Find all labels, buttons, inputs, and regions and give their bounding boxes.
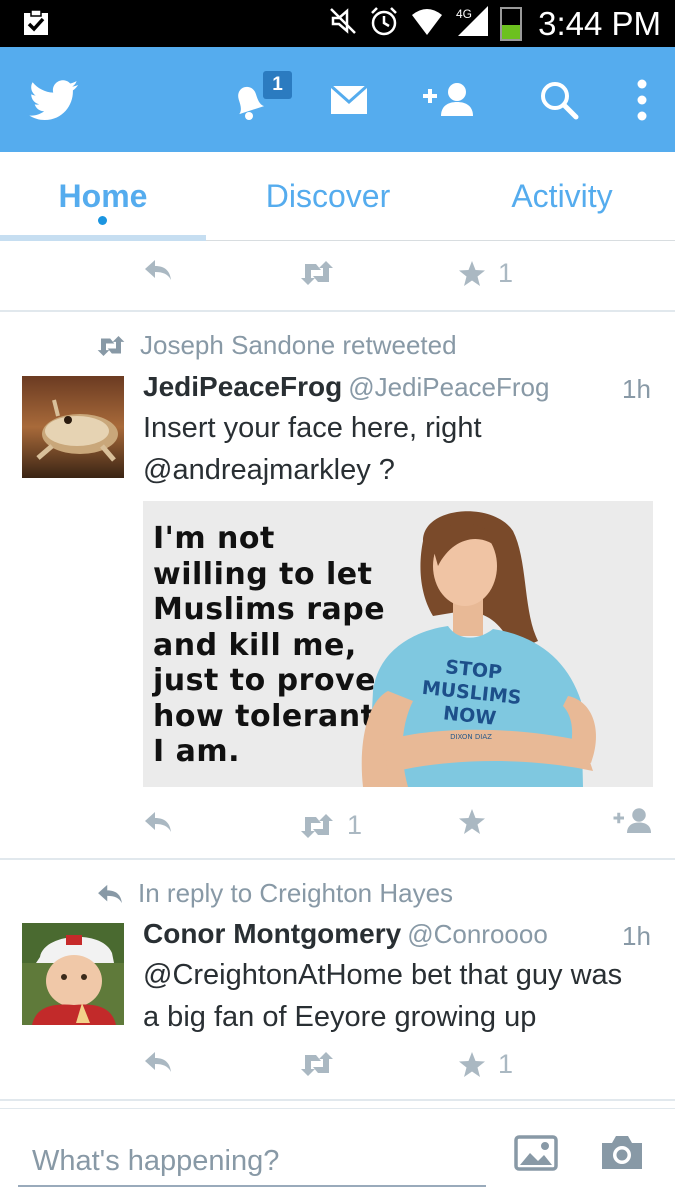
tab-activity[interactable]: Activity	[452, 152, 672, 241]
compose-tweet-input[interactable]	[18, 1137, 486, 1187]
image-watermark: DIXON DIAZ	[450, 733, 492, 741]
search-icon[interactable]	[536, 47, 582, 152]
media-caption-line: Muslims rape	[153, 592, 386, 627]
tweet-text-line: @CreightonAtHome bet that guy was	[143, 959, 623, 991]
media-caption-line: and kill me,	[153, 627, 357, 663]
mute-icon	[328, 6, 358, 41]
retweet-context-text: Joseph Sandone retweeted	[140, 330, 457, 360]
reply-context-text[interactable]: In reply to Creighton Hayes	[138, 878, 453, 909]
author-handle[interactable]: @Conroooo	[407, 919, 548, 949]
reply-context-icon	[98, 884, 122, 903]
status-bar: 4G 3:44 PM	[0, 0, 675, 47]
tweet-text: Insert your face here, right @andreajmar…	[143, 407, 482, 491]
camera-icon[interactable]	[600, 1133, 644, 1176]
tweet-divider	[0, 858, 675, 860]
status-time: 3:44 PM	[538, 4, 661, 42]
add-user-icon[interactable]	[420, 47, 478, 152]
retweet-button[interactable]	[299, 260, 335, 286]
twitter-bird-icon[interactable]	[26, 47, 82, 152]
retweet-button[interactable]: 1	[299, 810, 362, 841]
woman-illustration: STOP MUSLIMS NOW DIXON DIAZ	[361, 511, 597, 787]
avatar[interactable]	[22, 923, 124, 1025]
tweet-text: @CreightonAtHome bet that guy was a big …	[143, 954, 622, 1038]
tweet-timestamp: 1h	[622, 921, 651, 951]
notification-count-badge: 1	[263, 71, 292, 99]
favorite-count: 1	[498, 1049, 514, 1079]
favorite-button[interactable]: 1	[458, 1049, 513, 1080]
battery-icon	[500, 6, 523, 41]
tab-discover[interactable]: Discover	[218, 152, 438, 241]
author-handle[interactable]: @JediPeaceFrog	[348, 372, 549, 402]
add-photo-icon[interactable]	[514, 1135, 558, 1176]
favorite-button[interactable]: 1	[458, 258, 513, 289]
active-tab-indicator-dot	[98, 216, 107, 225]
tweet-text-line: Insert your face here, right	[143, 412, 482, 444]
tweet-text-line: a big fan of Eeyore growing up	[143, 1001, 537, 1033]
favorite-button[interactable]	[458, 808, 486, 836]
reply-button[interactable]	[143, 258, 173, 282]
reply-context: In reply to Creighton Hayes	[96, 878, 453, 909]
reply-button[interactable]	[143, 810, 173, 834]
wifi-icon	[410, 5, 444, 42]
media-caption-line: just to prove	[153, 663, 376, 698]
retweet-count: 1	[347, 810, 363, 840]
active-tab-underline	[0, 235, 206, 241]
notifications-bell-icon[interactable]	[222, 47, 272, 152]
media-caption-line: I'm not	[153, 521, 275, 556]
author-name[interactable]: JediPeaceFrog	[143, 371, 342, 402]
tweet-divider	[0, 310, 675, 312]
media-caption-line: how tolerant	[153, 698, 376, 734]
alarm-icon	[368, 5, 400, 42]
tweet-media-image[interactable]: I'm not willing to let Muslims rape and …	[143, 501, 653, 787]
tweet-text-line[interactable]: @andreajmarkley ?	[143, 449, 482, 491]
signal-icon: 4G	[454, 4, 490, 43]
tweet-timestamp: 1h	[622, 374, 651, 404]
follow-user-button[interactable]	[612, 806, 654, 836]
compose-bar	[0, 1108, 675, 1200]
retweet-button[interactable]	[299, 1051, 335, 1077]
tab-bar: Home Discover Activity	[0, 152, 675, 241]
clipboard-check-icon	[22, 9, 50, 42]
media-caption: I'm not willing to let Muslims rape and …	[153, 521, 385, 770]
media-caption-line: I am.	[153, 734, 241, 769]
favorite-count: 1	[498, 258, 514, 288]
app-bar: 1	[0, 47, 675, 152]
svg-text:4G: 4G	[456, 7, 472, 21]
retweet-context: Joseph Sandone retweeted	[96, 330, 457, 361]
tweet-divider	[0, 1099, 675, 1101]
messages-envelope-icon[interactable]	[326, 47, 372, 152]
media-caption-line: willing to let	[153, 556, 373, 592]
tab-home[interactable]: Home	[0, 152, 206, 241]
author-name[interactable]: Conor Montgomery	[143, 918, 401, 949]
retweet-context-icon	[97, 335, 125, 356]
avatar[interactable]	[22, 376, 124, 478]
overflow-menu-icon[interactable]	[628, 47, 656, 152]
reply-button[interactable]	[143, 1050, 173, 1074]
